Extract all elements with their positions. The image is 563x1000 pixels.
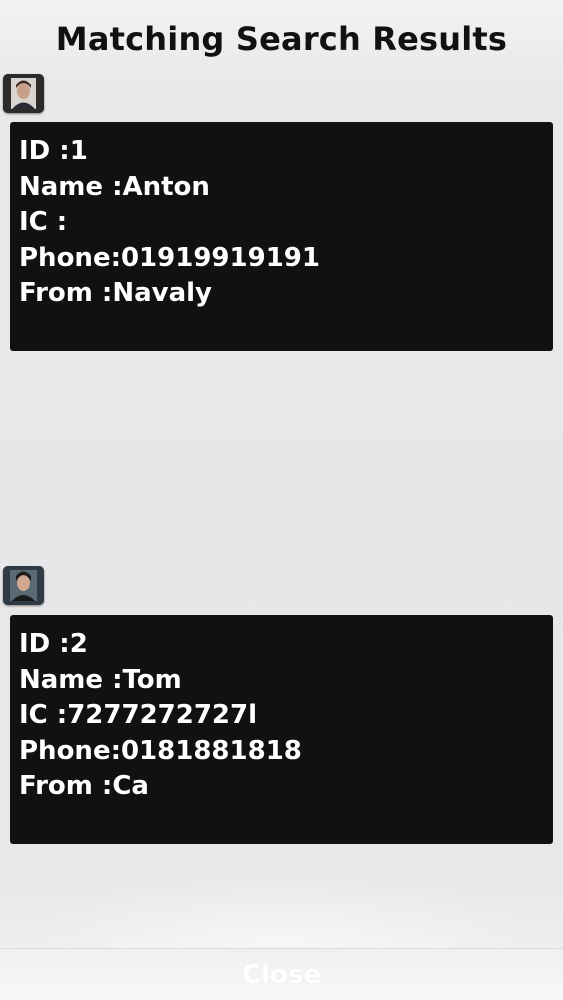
result-phone: Phone:0181881818 — [19, 735, 302, 766]
result-name: Name :Tom — [19, 664, 182, 695]
result-id: ID :2 — [19, 629, 88, 659]
result-from: From :Ca — [19, 771, 149, 801]
avatar[interactable] — [3, 566, 44, 605]
footer-bar: Close — [0, 948, 563, 1000]
avatar[interactable] — [3, 74, 44, 113]
result-ic: IC :7277272727l — [19, 700, 258, 730]
result-phone: Phone:01919919191 — [19, 242, 320, 273]
result-from: From :Navaly — [19, 278, 212, 308]
result-id: ID :1 — [19, 136, 88, 166]
bottom-fade — [0, 870, 563, 950]
close-button[interactable]: Close — [0, 949, 563, 1000]
result-ic: IC : — [19, 207, 68, 237]
person-photo-icon — [3, 566, 44, 605]
search-results-screen: Matching Search Results ID :1 Name :Anto… — [0, 0, 563, 1000]
person-photo-icon — [3, 74, 44, 113]
result-name: Name :Anton — [19, 171, 210, 202]
page-title: Matching Search Results — [55, 20, 508, 58]
result-card: ID :1 Name :Anton IC : Phone:01919919191… — [10, 122, 553, 351]
result-card: ID :2 Name :Tom IC :7277272727l Phone:01… — [10, 615, 553, 844]
